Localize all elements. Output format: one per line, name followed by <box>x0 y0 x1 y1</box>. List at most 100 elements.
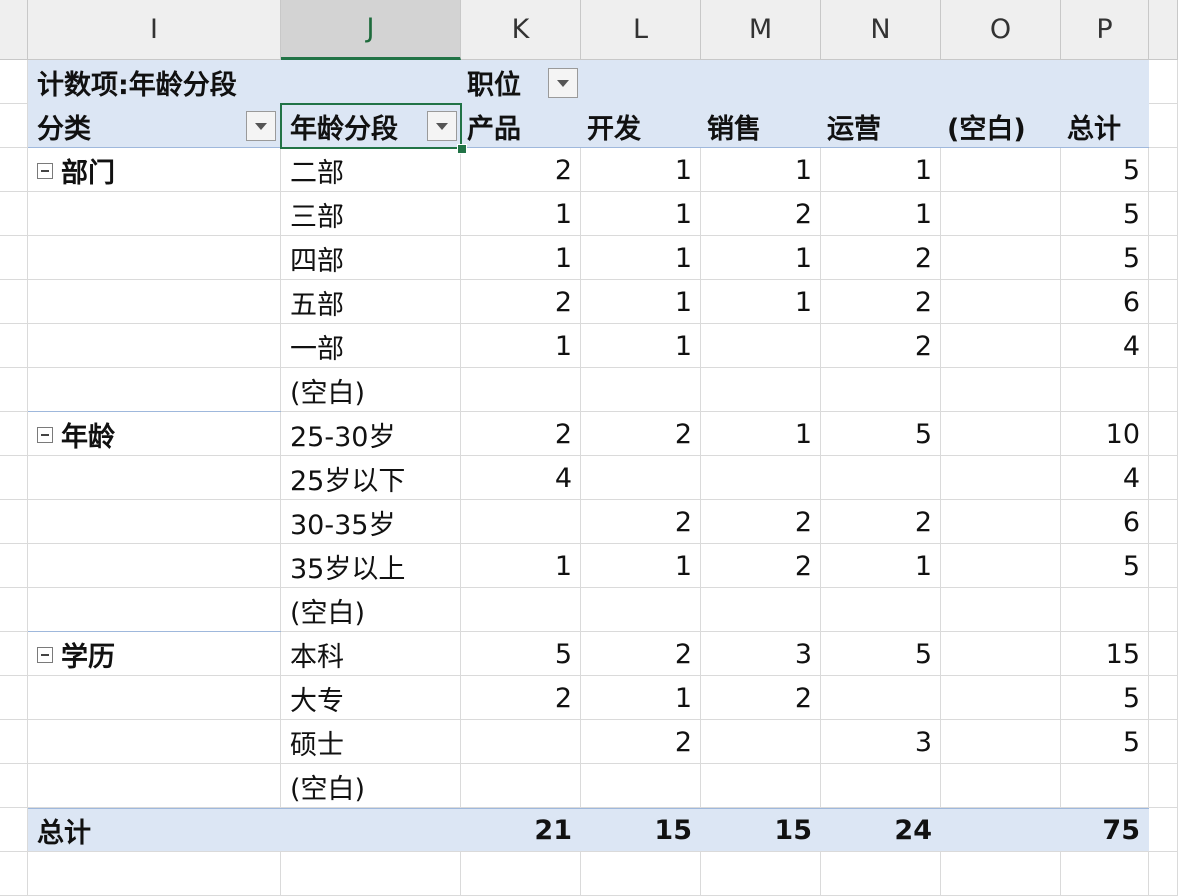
value-cell[interactable] <box>941 412 1061 456</box>
grid-cell[interactable] <box>28 544 281 588</box>
grid-cell[interactable] <box>1149 236 1178 280</box>
value-cell[interactable]: 2 <box>701 500 821 544</box>
value-cell[interactable]: 1 <box>821 148 941 192</box>
value-cell[interactable]: 3 <box>821 720 941 764</box>
value-cell[interactable]: 2 <box>581 720 701 764</box>
grid-cell[interactable] <box>0 632 28 676</box>
value-cell[interactable]: 2 <box>581 500 701 544</box>
row-item-label[interactable]: 大专 <box>281 676 461 720</box>
grid-cell[interactable] <box>1149 192 1178 236</box>
grid-cell[interactable] <box>0 324 28 368</box>
value-cell[interactable]: 1 <box>461 324 581 368</box>
value-cell[interactable]: 1 <box>701 412 821 456</box>
row-item-label[interactable]: 25-30岁 <box>281 412 461 456</box>
value-cell[interactable]: 1 <box>821 544 941 588</box>
grid-cell[interactable] <box>1149 588 1178 632</box>
value-cell[interactable]: 2 <box>821 324 941 368</box>
grid-cell[interactable] <box>1149 720 1178 764</box>
row-item-label[interactable]: 二部 <box>281 148 461 192</box>
value-cell[interactable] <box>941 764 1061 808</box>
value-cell[interactable] <box>581 456 701 500</box>
value-cell[interactable] <box>461 720 581 764</box>
value-cell[interactable]: 2 <box>821 236 941 280</box>
value-cell[interactable]: 1 <box>581 148 701 192</box>
grid-cell[interactable] <box>0 192 28 236</box>
row-item-label[interactable]: 35岁以上 <box>281 544 461 588</box>
value-cell[interactable]: 5 <box>1061 236 1149 280</box>
value-cell[interactable]: 2 <box>821 500 941 544</box>
grid-cell[interactable] <box>0 500 28 544</box>
value-cell[interactable]: 5 <box>1061 544 1149 588</box>
row-item-label[interactable]: (空白) <box>281 368 461 412</box>
row-item-label[interactable]: 本科 <box>281 632 461 676</box>
value-cell[interactable]: 4 <box>1061 324 1149 368</box>
column-field-filter-dropdown-icon[interactable] <box>548 68 578 98</box>
grid-cell[interactable] <box>461 852 581 896</box>
grid-cell[interactable] <box>1149 324 1178 368</box>
row-item-label[interactable]: 四部 <box>281 236 461 280</box>
grid-cell[interactable] <box>1149 808 1178 852</box>
column-header-J[interactable]: J <box>281 0 461 60</box>
value-cell[interactable]: 1 <box>461 236 581 280</box>
grid-cell[interactable] <box>1149 412 1178 456</box>
grid-cell[interactable] <box>1149 456 1178 500</box>
grid-cell[interactable] <box>28 324 281 368</box>
grid-cell[interactable] <box>0 676 28 720</box>
group-label-年龄[interactable]: 年龄 <box>28 412 281 456</box>
value-cell[interactable]: 1 <box>461 192 581 236</box>
row-item-label[interactable]: 30-35岁 <box>281 500 461 544</box>
category-filter-dropdown-icon[interactable] <box>246 111 276 141</box>
value-cell[interactable] <box>941 500 1061 544</box>
value-cell[interactable]: 1 <box>701 148 821 192</box>
value-cell[interactable]: 2 <box>701 544 821 588</box>
grid-cell[interactable] <box>1149 60 1178 104</box>
value-cell[interactable] <box>461 500 581 544</box>
value-cell[interactable] <box>941 588 1061 632</box>
grid-cell[interactable] <box>1149 148 1178 192</box>
column-header-O[interactable]: O <box>941 0 1061 60</box>
value-cell[interactable] <box>941 544 1061 588</box>
value-cell[interactable]: 4 <box>1061 456 1149 500</box>
grid-cell[interactable] <box>28 852 281 896</box>
value-cell[interactable]: 6 <box>1061 280 1149 324</box>
column-header-K[interactable]: K <box>461 0 581 60</box>
grid-cell[interactable] <box>0 764 28 808</box>
value-cell[interactable] <box>701 588 821 632</box>
value-cell[interactable] <box>941 676 1061 720</box>
value-cell[interactable] <box>581 368 701 412</box>
value-cell[interactable]: 5 <box>1061 192 1149 236</box>
grid-cell[interactable] <box>1149 544 1178 588</box>
grid-cell[interactable] <box>0 60 28 104</box>
grid-cell[interactable] <box>28 764 281 808</box>
row-item-label[interactable]: 一部 <box>281 324 461 368</box>
value-cell[interactable]: 15 <box>1061 632 1149 676</box>
value-cell[interactable]: 10 <box>1061 412 1149 456</box>
grid-cell[interactable] <box>0 236 28 280</box>
value-cell[interactable] <box>941 368 1061 412</box>
value-cell[interactable] <box>1061 368 1149 412</box>
value-cell[interactable]: 1 <box>461 544 581 588</box>
value-cell[interactable]: 1 <box>581 676 701 720</box>
value-cell[interactable]: 4 <box>461 456 581 500</box>
grid-cell[interactable] <box>28 368 281 412</box>
value-cell[interactable]: 2 <box>461 676 581 720</box>
grid-cell[interactable] <box>1149 676 1178 720</box>
grid-cell[interactable] <box>0 148 28 192</box>
row-item-label[interactable]: 25岁以下 <box>281 456 461 500</box>
grid-cell[interactable] <box>28 500 281 544</box>
grid-cell[interactable] <box>0 456 28 500</box>
value-cell[interactable] <box>701 764 821 808</box>
collapse-minus-icon[interactable] <box>37 427 53 443</box>
value-cell[interactable]: 5 <box>821 412 941 456</box>
grid-cell[interactable] <box>821 852 941 896</box>
value-cell[interactable] <box>701 368 821 412</box>
collapse-minus-icon[interactable] <box>37 647 53 663</box>
grid-cell[interactable] <box>28 588 281 632</box>
value-cell[interactable] <box>941 324 1061 368</box>
grand-total-value[interactable] <box>941 808 1061 852</box>
grid-cell[interactable] <box>28 720 281 764</box>
value-cell[interactable] <box>701 456 821 500</box>
grand-total-value[interactable]: 75 <box>1061 808 1149 852</box>
value-cell[interactable]: 2 <box>581 412 701 456</box>
row-item-label[interactable]: 硕士 <box>281 720 461 764</box>
